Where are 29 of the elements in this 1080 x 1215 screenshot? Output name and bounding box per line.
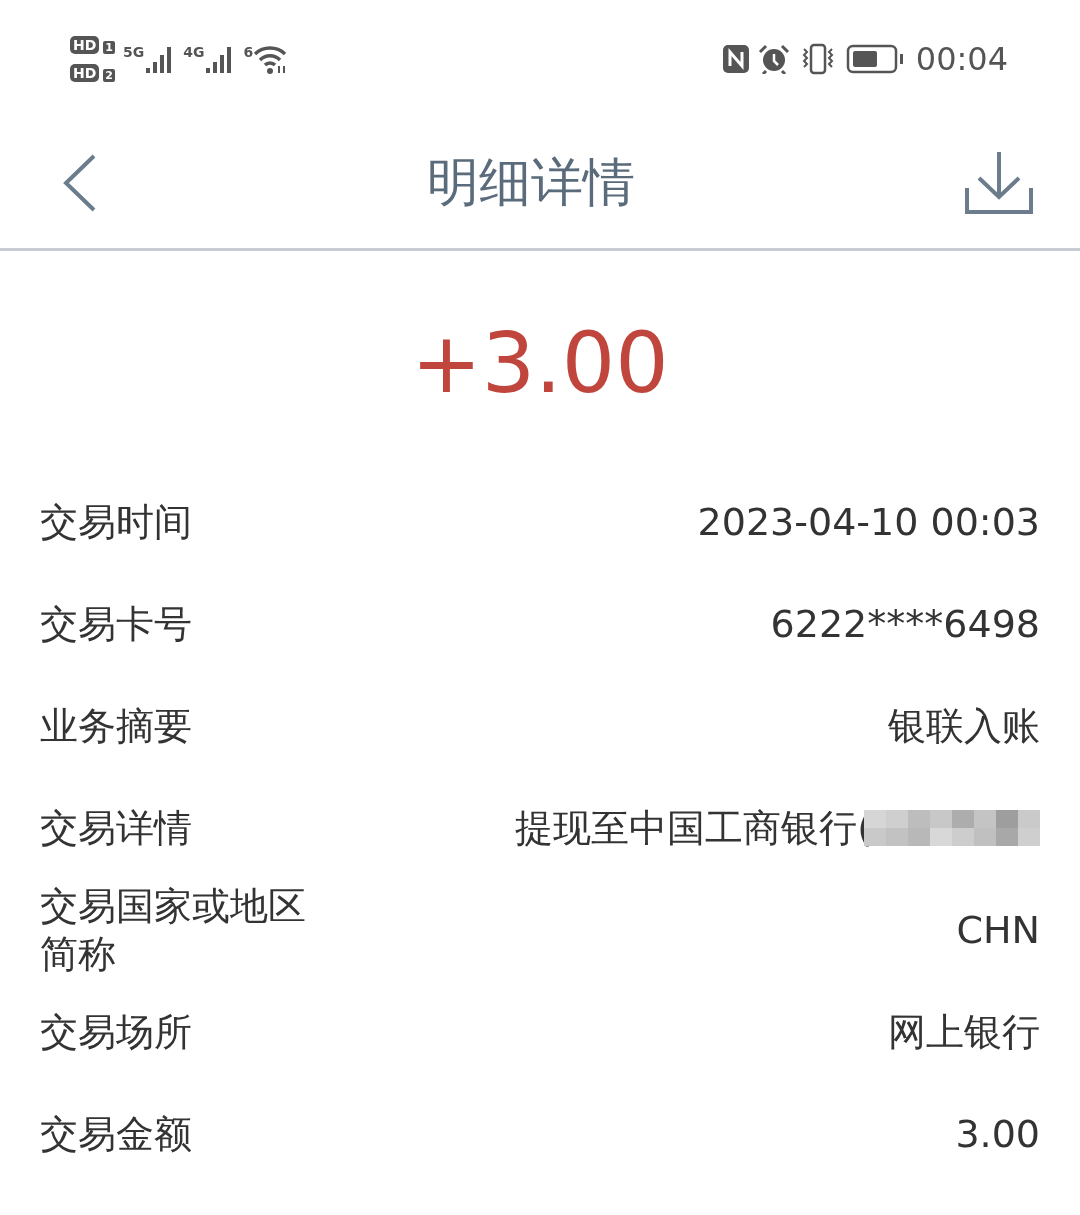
detail-value: 2023-04-10 00:03 <box>697 500 1040 544</box>
hd-label: HD <box>70 36 100 54</box>
detail-label: 交易详情 <box>40 805 193 852</box>
detail-label: 交易国家或地区简称 <box>40 883 307 978</box>
detail-value: 网上银行 <box>888 1008 1040 1056</box>
clock-time: 00:04 <box>915 40 1008 78</box>
transaction-amount: +3.00 <box>411 313 669 413</box>
sim-number: 1 <box>103 41 115 54</box>
detail-value: 3.00 <box>955 1112 1040 1156</box>
page-title: 明细详情 <box>427 151 635 214</box>
detail-label: 交易场所 <box>40 1009 193 1056</box>
detail-value: 银联入账 <box>888 702 1040 750</box>
nfc-icon <box>721 44 750 74</box>
hd-label: HD <box>70 64 100 82</box>
detail-label: 交易时间 <box>40 499 193 546</box>
detail-label: 交易金额 <box>40 1111 193 1158</box>
wifi-label: 6 <box>243 44 254 60</box>
network-label: 5G <box>123 44 145 60</box>
network-label: 4G <box>183 44 205 60</box>
detail-label: 业务摘要 <box>40 703 193 750</box>
download-icon[interactable] <box>964 150 1034 216</box>
back-icon[interactable] <box>62 153 98 213</box>
alarm-clock-icon <box>757 44 790 74</box>
wifi-icon <box>253 44 288 74</box>
detail-value: CHN <box>956 908 1040 952</box>
detail-value: 6222****6498 <box>770 602 1040 646</box>
sim-number: 2 <box>103 69 115 82</box>
detail-label: 交易卡号 <box>40 601 193 648</box>
battery-icon <box>845 44 904 74</box>
